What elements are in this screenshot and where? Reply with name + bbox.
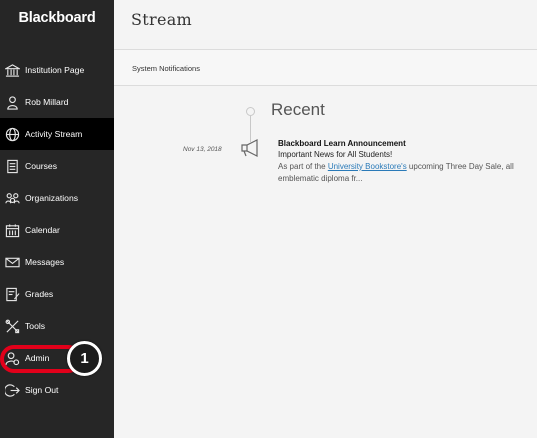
sidebar-item-courses[interactable]: Courses [0,150,114,182]
step-number-badge: 1 [67,341,102,376]
sidebar-item-messages[interactable]: Messages [0,246,114,278]
sidebar-item-grades[interactable]: Grades [0,278,114,310]
bookstore-link[interactable]: University Bookstore's [328,162,407,171]
sidebar-item-label: Organizations [25,193,79,203]
sidebar-item-label: Tools [25,321,46,331]
sidebar-item-rob-millard[interactable]: Rob Millard [0,86,114,118]
sidebar-item-sign-out[interactable]: Sign Out [0,374,114,406]
timeline-dot [246,107,255,116]
envelope-icon [4,254,21,271]
sidebar-item-tools[interactable]: Tools [0,310,114,342]
entry-title[interactable]: Blackboard Learn Announcement [278,139,533,148]
sidebar-item-label: Rob Millard [25,97,69,107]
sidebar-item-organizations[interactable]: Organizations [0,182,114,214]
sidebar-item-label: Calendar [25,225,60,235]
section-title-recent: Recent [271,100,325,119]
system-notifications-link[interactable]: System Notifications [132,64,200,73]
main-content: Stream System Notifications Recent Nov 1… [114,0,537,438]
sidebar-item-activity-stream[interactable]: Activity Stream [0,118,114,150]
tools-icon [4,318,21,335]
user-icon [4,94,21,111]
calendar-icon [4,222,21,239]
entry-subtitle: Important News for All Students! [278,150,393,159]
brand-logo: Blackboard [18,10,96,26]
sidebar-item-label: Activity Stream [25,129,83,139]
megaphone-icon [239,137,263,159]
organizations-icon [4,190,21,207]
sidebar-item-label: Institution Page [25,65,85,75]
sidebar-item-institution-page[interactable]: Institution Page [0,54,114,86]
courses-icon [4,158,21,175]
entry-body: As part of the University Bookstore's up… [278,161,533,185]
sidebar-item-label: Messages [25,257,65,267]
page-title: Stream [131,10,193,29]
sidebar-item-label: Sign Out [25,385,59,395]
entry-date: Nov 13, 2018 [183,146,222,153]
globe-icon [4,126,21,143]
institution-icon [4,62,21,79]
sidebar-item-label: Courses [25,161,57,171]
sidebar-item-label: Grades [25,289,54,299]
notifications-bar: System Notifications [114,50,537,86]
grades-icon [4,286,21,303]
sidebar-item-calendar[interactable]: Calendar [0,214,114,246]
sign-out-icon [4,382,21,399]
stream-entry: Blackboard Learn Announcement Important … [278,139,533,185]
entry-body-prefix: As part of the [278,162,328,171]
